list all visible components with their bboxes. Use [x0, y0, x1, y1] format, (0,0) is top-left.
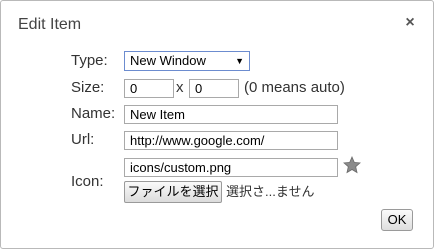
close-icon[interactable]: ×: [403, 14, 417, 32]
name-input[interactable]: New Item: [124, 105, 338, 124]
type-selected-value: New Window: [130, 53, 206, 68]
size-height-input[interactable]: 0: [189, 79, 239, 98]
type-select[interactable]: New Window ▼: [124, 51, 250, 71]
url-input[interactable]: http://www.google.com/: [124, 131, 338, 150]
file-status-text: 選択さ...ません: [226, 184, 315, 199]
choose-file-button[interactable]: ファイルを選択: [124, 181, 222, 203]
size-hint: (0 means auto): [244, 79, 345, 96]
icon-label: Icon:: [71, 173, 104, 190]
size-separator: x: [176, 79, 184, 96]
ok-button[interactable]: OK: [381, 209, 413, 231]
edit-item-dialog: Edit Item × Type: New Window ▼ Size: 0 x…: [0, 0, 434, 249]
dropdown-arrow-icon: ▼: [235, 56, 244, 66]
size-width-input[interactable]: 0: [124, 79, 174, 98]
star-icon: [343, 156, 361, 174]
icon-path-input[interactable]: icons/custom.png: [124, 158, 338, 177]
url-label: Url:: [71, 131, 95, 148]
name-label: Name:: [71, 105, 116, 122]
type-label: Type:: [71, 52, 108, 69]
dialog-title: Edit Item: [18, 16, 82, 33]
size-label: Size:: [71, 79, 105, 96]
